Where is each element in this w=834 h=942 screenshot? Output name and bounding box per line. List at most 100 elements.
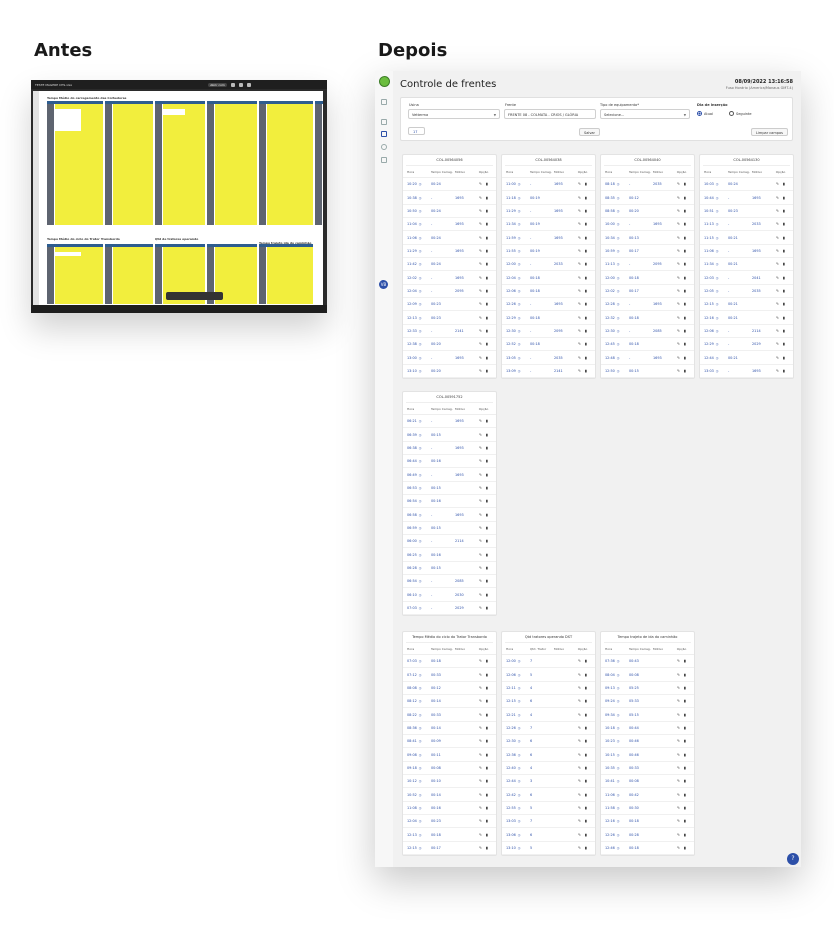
- edit-icon[interactable]: ✎: [479, 289, 482, 293]
- clock-icon[interactable]: ◷: [616, 846, 620, 850]
- row-time[interactable]: 11:08: [407, 806, 417, 810]
- clock-icon[interactable]: ◷: [517, 249, 521, 253]
- row-time[interactable]: 12:28: [605, 302, 615, 306]
- trash-icon[interactable]: ▮: [684, 262, 686, 266]
- trash-icon[interactable]: ▮: [486, 806, 488, 810]
- trash-icon[interactable]: ▮: [684, 699, 686, 703]
- clock-icon[interactable]: ◷: [715, 276, 719, 280]
- clock-icon[interactable]: ◷: [517, 659, 521, 663]
- tipo-equipamento-select[interactable]: Selecione... ▼: [600, 109, 690, 119]
- trash-icon[interactable]: ▮: [486, 779, 488, 783]
- clock-icon[interactable]: ◷: [418, 779, 422, 783]
- clock-icon[interactable]: ◷: [418, 659, 422, 663]
- edit-icon[interactable]: ✎: [677, 356, 680, 360]
- row-time[interactable]: 06:49: [407, 473, 417, 477]
- clock-icon[interactable]: ◷: [517, 766, 521, 770]
- edit-icon[interactable]: ✎: [677, 302, 680, 306]
- clock-icon[interactable]: ◷: [616, 209, 620, 213]
- edit-icon[interactable]: ✎: [677, 806, 680, 810]
- trash-icon[interactable]: ▮: [684, 329, 686, 333]
- row-time[interactable]: 12:36: [506, 753, 516, 757]
- edit-icon[interactable]: ✎: [479, 579, 482, 583]
- clock-icon[interactable]: ◷: [418, 433, 422, 437]
- edit-icon[interactable]: ✎: [479, 846, 482, 850]
- edit-icon[interactable]: ✎: [479, 686, 482, 690]
- edit-icon[interactable]: ✎: [578, 209, 581, 213]
- row-time[interactable]: 11:58: [605, 806, 615, 810]
- row-time[interactable]: 12:42: [506, 793, 516, 797]
- row-time[interactable]: 10:52: [407, 793, 417, 797]
- edit-icon[interactable]: ✎: [776, 236, 779, 240]
- edit-icon[interactable]: ✎: [578, 686, 581, 690]
- row-time[interactable]: 06:44: [407, 459, 417, 463]
- clock-icon[interactable]: ◷: [715, 182, 719, 186]
- clock-icon[interactable]: ◷: [418, 446, 422, 450]
- edit-icon[interactable]: ✎: [578, 819, 581, 823]
- trash-icon[interactable]: ▮: [486, 579, 488, 583]
- edit-icon[interactable]: ✎: [479, 459, 482, 463]
- row-time[interactable]: 12:00: [506, 659, 516, 663]
- trash-icon[interactable]: ▮: [585, 846, 587, 850]
- trash-icon[interactable]: ▮: [486, 316, 488, 320]
- clock-icon[interactable]: ◷: [517, 793, 521, 797]
- clock-icon[interactable]: ◷: [418, 473, 422, 477]
- row-time[interactable]: 11:34: [506, 222, 516, 226]
- trash-icon[interactable]: ▮: [486, 673, 488, 677]
- clock-icon[interactable]: ◷: [517, 673, 521, 677]
- radio-atual[interactable]: Atual: [697, 111, 713, 116]
- save-button[interactable]: Salvar: [579, 128, 600, 136]
- edit-icon[interactable]: ✎: [479, 539, 482, 543]
- edit-icon[interactable]: ✎: [479, 739, 482, 743]
- trash-icon[interactable]: ▮: [486, 659, 488, 663]
- row-time[interactable]: 06:38: [407, 446, 417, 450]
- row-time[interactable]: 12:32: [605, 316, 615, 320]
- row-time[interactable]: 09:34: [605, 713, 615, 717]
- row-time[interactable]: 10:12: [407, 779, 417, 783]
- edit-icon[interactable]: ✎: [677, 753, 680, 757]
- row-time[interactable]: 12:02: [605, 289, 615, 293]
- trash-icon[interactable]: ▮: [585, 302, 587, 306]
- clock-icon[interactable]: ◷: [616, 356, 620, 360]
- row-time[interactable]: 06:53: [407, 486, 417, 490]
- clock-icon[interactable]: ◷: [715, 316, 719, 320]
- trash-icon[interactable]: ▮: [684, 302, 686, 306]
- clock-icon[interactable]: ◷: [715, 329, 719, 333]
- edit-icon[interactable]: ✎: [677, 249, 680, 253]
- trash-icon[interactable]: ▮: [585, 236, 587, 240]
- trash-icon[interactable]: ▮: [486, 182, 488, 186]
- clock-icon[interactable]: ◷: [418, 182, 422, 186]
- trash-icon[interactable]: ▮: [585, 196, 587, 200]
- edit-icon[interactable]: ✎: [776, 222, 779, 226]
- row-time[interactable]: 10:35: [605, 766, 615, 770]
- trash-icon[interactable]: ▮: [684, 793, 686, 797]
- trash-icon[interactable]: ▮: [783, 329, 785, 333]
- row-time[interactable]: 10:44: [704, 196, 714, 200]
- trash-icon[interactable]: ▮: [684, 673, 686, 677]
- edit-icon[interactable]: ✎: [677, 779, 680, 783]
- trash-icon[interactable]: ▮: [684, 209, 686, 213]
- edit-icon[interactable]: ✎: [677, 369, 680, 373]
- edit-icon[interactable]: ✎: [677, 833, 680, 837]
- trash-icon[interactable]: ▮: [783, 342, 785, 346]
- edit-icon[interactable]: ✎: [677, 209, 680, 213]
- edit-icon[interactable]: ✎: [578, 369, 581, 373]
- row-time[interactable]: 11:15: [704, 236, 714, 240]
- trash-icon[interactable]: ▮: [585, 766, 587, 770]
- row-time[interactable]: 12:15: [407, 846, 417, 850]
- clock-icon[interactable]: ◷: [715, 289, 719, 293]
- clock-icon[interactable]: ◷: [418, 539, 422, 543]
- clock-icon[interactable]: ◷: [616, 236, 620, 240]
- row-time[interactable]: 12:44: [704, 356, 714, 360]
- edit-icon[interactable]: ✎: [677, 726, 680, 730]
- edit-icon[interactable]: ✎: [776, 316, 779, 320]
- row-time[interactable]: 13:10: [506, 846, 516, 850]
- clock-icon[interactable]: ◷: [418, 593, 422, 597]
- row-time[interactable]: 11:13: [704, 222, 714, 226]
- clock-icon[interactable]: ◷: [715, 249, 719, 253]
- row-time[interactable]: 12:21: [506, 713, 516, 717]
- edit-icon[interactable]: ✎: [479, 342, 482, 346]
- row-time[interactable]: 09:08: [407, 753, 417, 757]
- edit-icon[interactable]: ✎: [479, 726, 482, 730]
- edit-icon[interactable]: ✎: [578, 779, 581, 783]
- edit-icon[interactable]: ✎: [479, 553, 482, 557]
